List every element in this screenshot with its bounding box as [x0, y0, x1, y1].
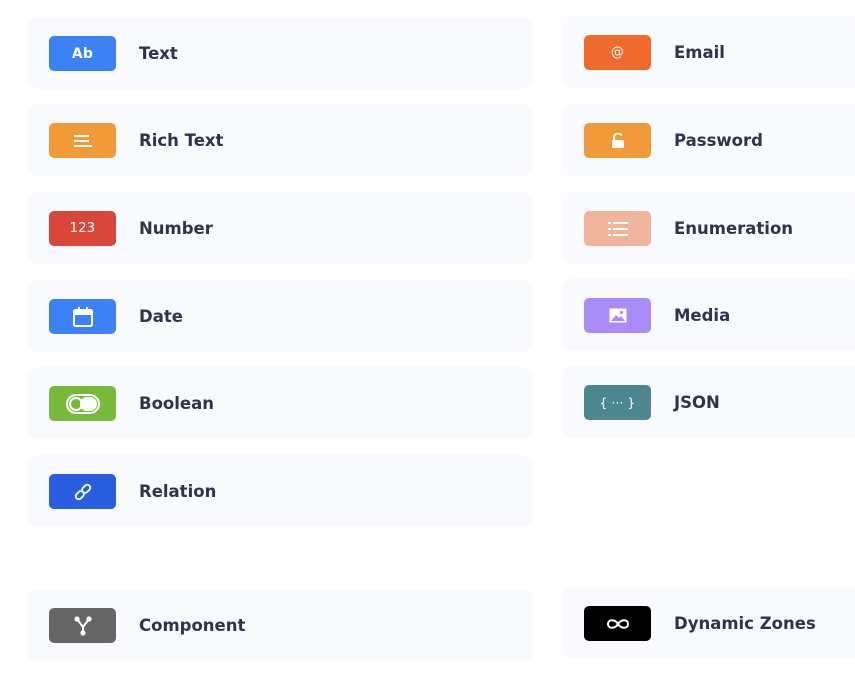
field-type-label: Email	[674, 42, 725, 62]
field-type-media[interactable]: Media	[562, 279, 855, 351]
field-type-label: Text	[139, 43, 178, 63]
field-type-dynamic-zones[interactable]: Dynamic Zones	[562, 587, 855, 659]
lock-icon	[584, 123, 651, 158]
field-type-enumeration[interactable]: Enumeration	[562, 192, 855, 264]
field-type-relation[interactable]: Relation	[27, 455, 533, 527]
field-type-date[interactable]: Date	[27, 280, 533, 352]
field-type-label: Rich Text	[139, 130, 224, 150]
text-icon: Ab	[49, 36, 116, 71]
field-type-text[interactable]: Ab Text	[27, 17, 533, 89]
field-type-label: Date	[139, 306, 183, 326]
braces-icon: { ··· }	[584, 385, 651, 420]
paragraph-icon	[49, 123, 116, 158]
toggle-icon	[49, 386, 116, 421]
field-type-label: Dynamic Zones	[674, 613, 816, 633]
component-icon	[49, 608, 116, 643]
at-icon: @	[584, 35, 651, 70]
infinity-icon	[584, 606, 651, 641]
number-icon: 123	[49, 211, 116, 246]
field-type-label: Component	[139, 615, 246, 635]
field-type-email[interactable]: @ Email	[562, 16, 855, 88]
field-type-label: Number	[139, 218, 213, 238]
field-type-password[interactable]: Password	[562, 104, 855, 176]
field-type-label: Boolean	[139, 393, 214, 413]
image-icon	[584, 298, 651, 333]
field-type-boolean[interactable]: Boolean	[27, 367, 533, 439]
field-type-picker: Ab Text @ Email Rich Text Password 123 N…	[0, 0, 855, 690]
calendar-icon	[49, 299, 116, 334]
field-type-component[interactable]: Component	[27, 589, 533, 661]
field-type-json[interactable]: { ··· } JSON	[562, 366, 855, 438]
field-type-number[interactable]: 123 Number	[27, 192, 533, 264]
field-type-label: Enumeration	[674, 218, 794, 238]
field-type-label: JSON	[674, 392, 720, 412]
field-type-rich-text[interactable]: Rich Text	[27, 104, 533, 176]
field-type-label: Password	[674, 130, 763, 150]
link-icon	[49, 474, 116, 509]
field-type-label: Media	[674, 305, 731, 325]
field-type-label: Relation	[139, 481, 217, 501]
list-icon	[584, 211, 651, 246]
